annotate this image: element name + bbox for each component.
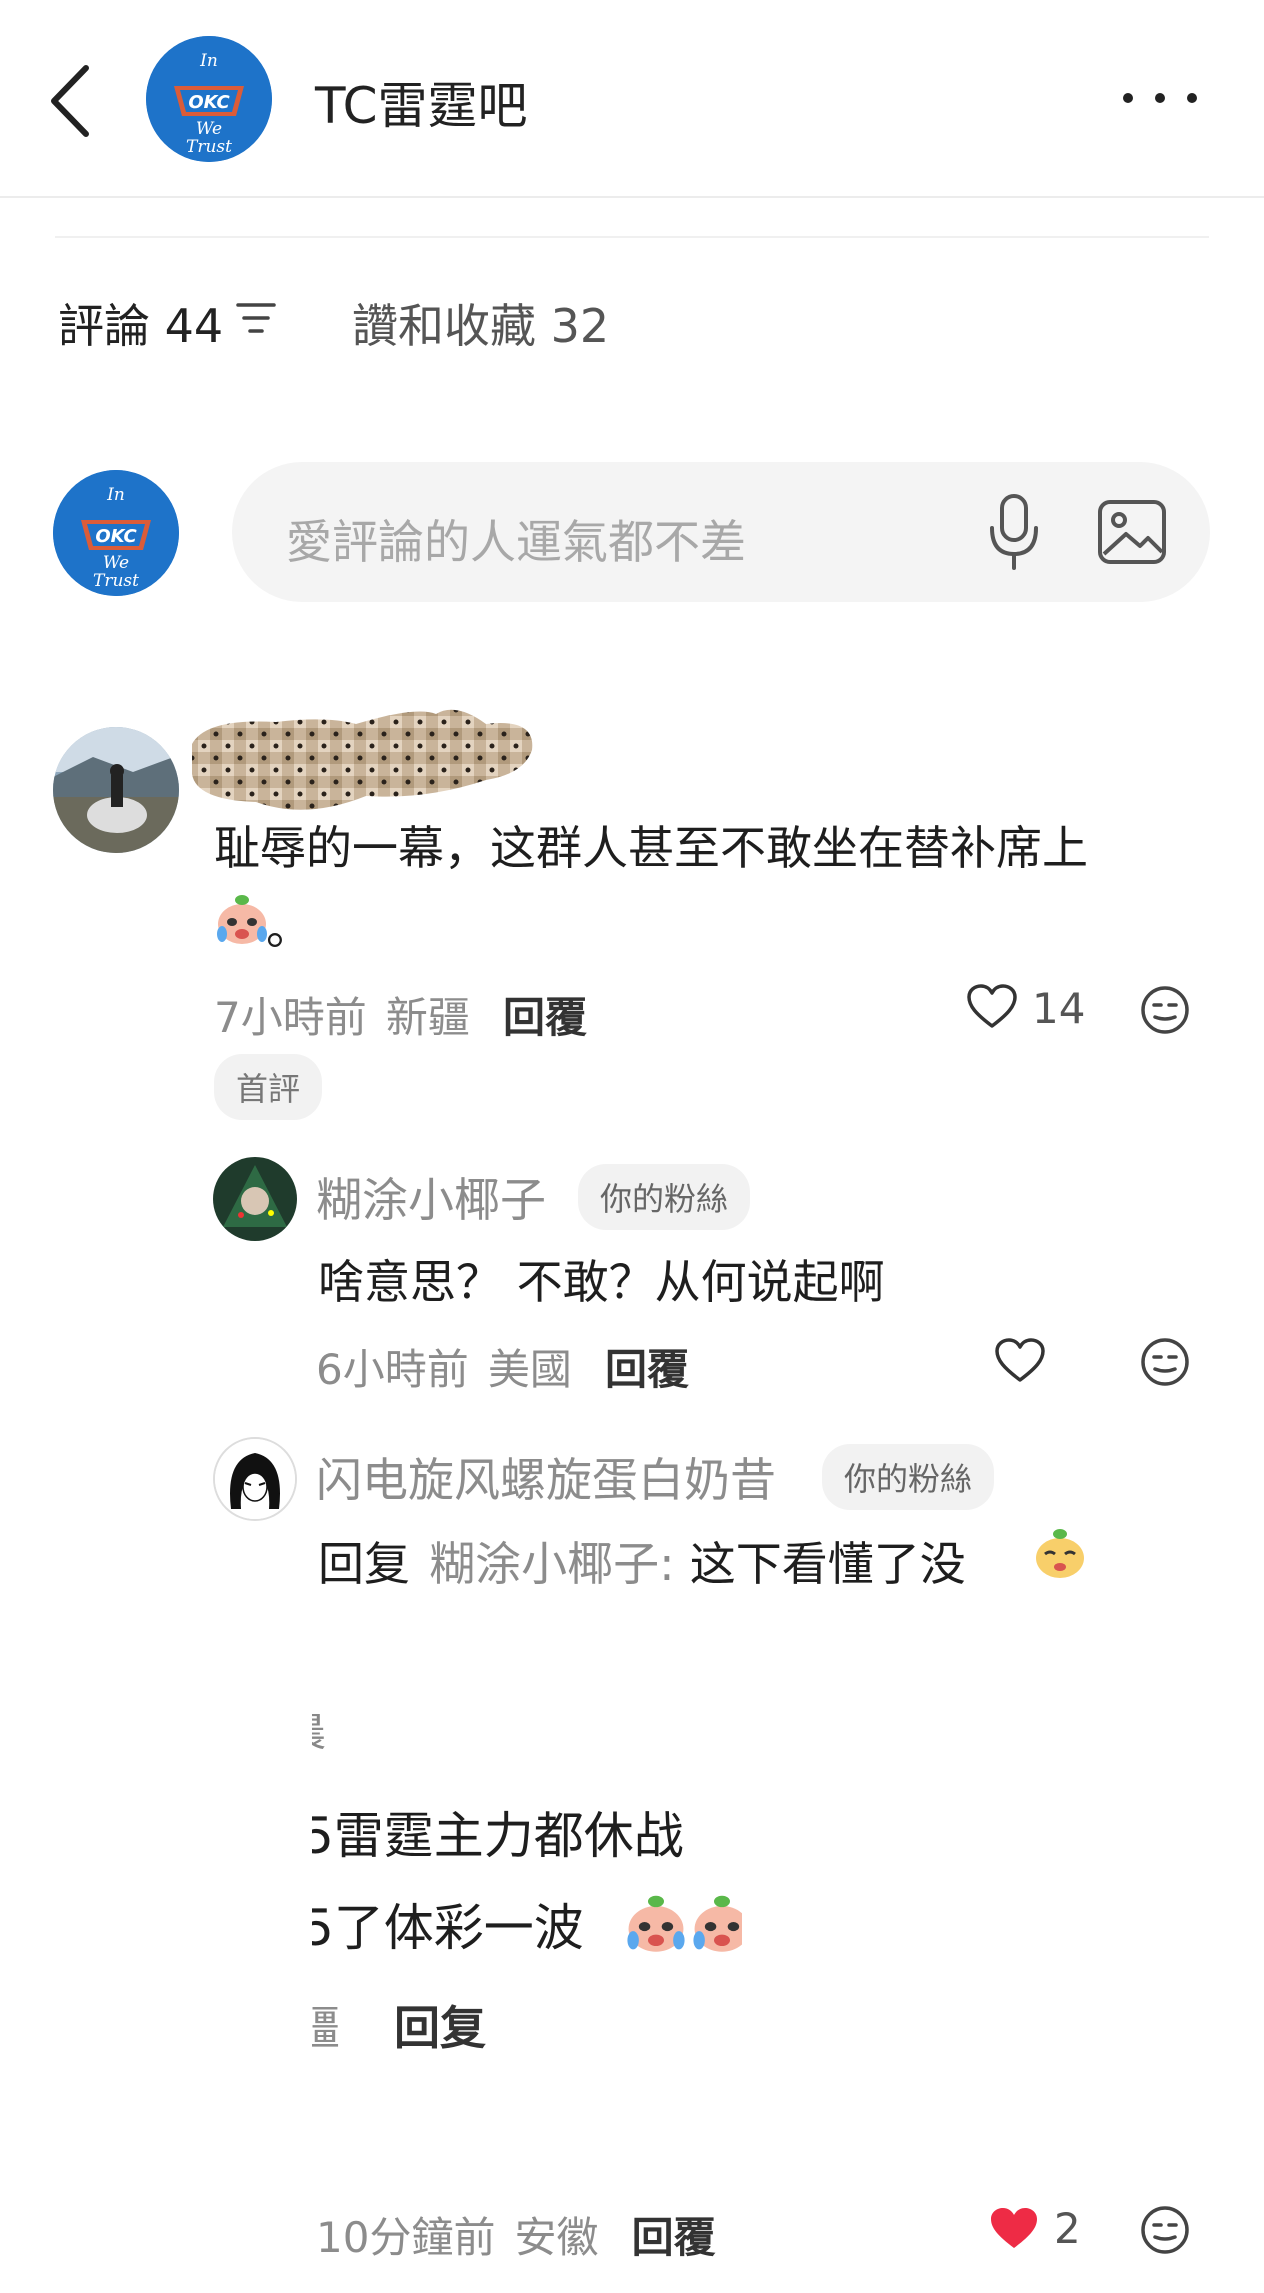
microphone-icon[interactable]	[984, 492, 1044, 574]
reply2-reply-target[interactable]: 糊涂小椰子:	[429, 1537, 675, 1591]
comment-time: 7小時前	[214, 993, 367, 1042]
like-heart-icon[interactable]	[994, 1338, 1046, 1384]
reply2-like-count: 2	[1054, 2204, 1081, 2253]
fragment-line0: 晨	[312, 1700, 326, 1758]
forum-title[interactable]: TC雷霆吧	[315, 66, 528, 138]
reply2-avatar[interactable]	[213, 1437, 297, 1521]
reply-button[interactable]: 回覆	[503, 993, 587, 1042]
reply2-body: 回复 糊涂小椰子: 这下看懂了没	[318, 1528, 966, 1594]
liked-heart-icon[interactable]	[988, 2206, 1040, 2252]
top-bar: In OKC We Trust TC雷霆吧	[0, 0, 1264, 198]
landscape-avatar-icon	[53, 727, 179, 853]
reply2-meta: 10分鐘前 安徽 回覆	[316, 2204, 716, 2265]
reply2-username[interactable]: 闪电旋风螺旋蛋白奶昔	[316, 1444, 776, 1510]
redacted-username-mosaic	[192, 709, 533, 810]
emoji-react-icon[interactable]	[1140, 1337, 1190, 1387]
reply2-text: 这下看懂了没	[689, 1537, 966, 1591]
divider	[55, 236, 1209, 238]
svg-text:OKC: OKC	[95, 526, 137, 547]
svg-text:We: We	[196, 119, 222, 139]
fragment-line2: 5了体彩一波	[312, 1899, 584, 1957]
like-count: 14	[1032, 984, 1086, 1033]
reply2-reply-prefix: 回复	[318, 1537, 410, 1591]
fragment-location: 疆	[312, 2001, 340, 2055]
svg-text:In: In	[199, 51, 218, 71]
team-logo-avatar[interactable]: In OKC We Trust	[146, 36, 272, 162]
svg-text:Trust: Trust	[93, 571, 139, 591]
image-upload-icon[interactable]	[1096, 496, 1168, 568]
reply1-text: 啥意思？ 不敢？从何说起啊	[318, 1255, 885, 1309]
svg-text:We: We	[103, 553, 129, 573]
emoji-react-icon[interactable]	[1140, 985, 1190, 1035]
reply1-meta: 6小時前 美國 回覆	[316, 1336, 689, 1397]
reply1-fan-badge: 你的粉絲	[578, 1164, 751, 1230]
emoji-react-icon[interactable]	[1140, 2205, 1190, 2255]
back-arrow-icon[interactable]	[46, 62, 96, 140]
more-options-icon[interactable]	[1120, 86, 1200, 110]
svg-text:OKC: OKC	[188, 92, 230, 113]
smirk-emoji-icon	[1036, 1529, 1084, 1578]
tab-comments[interactable]: 評論 44	[58, 290, 223, 356]
first-comment-tag: 首評	[214, 1054, 323, 1120]
reply1-time: 6小時前	[316, 1345, 469, 1394]
crying-laughing-emoji-icon	[217, 895, 267, 944]
reply2-location: 安徽	[514, 2213, 599, 2262]
sort-filter-icon[interactable]	[236, 300, 276, 336]
anime-girl-avatar-icon	[215, 1439, 295, 1519]
comment-meta: 7小時前 新疆 回覆	[214, 984, 587, 1045]
okc-logo-icon: In OKC We Trust	[53, 470, 179, 596]
fragment-line1: 5雷霆主力都休战	[312, 1807, 684, 1865]
crying-laughing-emoji-icon	[693, 1895, 742, 1952]
embedded-screenshot-fragment[interactable]: 晨 5雷霆主力都休战 5了体彩一波 疆 回复	[312, 1700, 742, 2060]
my-avatar[interactable]: In OKC We Trust	[53, 470, 179, 596]
reply2-time: 10分鐘前	[316, 2213, 496, 2262]
reply1-avatar[interactable]	[213, 1157, 297, 1241]
christmas-tree-avatar-icon	[213, 1157, 297, 1241]
svg-text:Trust: Trust	[186, 137, 232, 157]
svg-text:In: In	[106, 485, 125, 505]
comment-text-line1: 耻辱的一幕，这群人甚至不敢坐在替补席上	[214, 821, 1088, 875]
crying-laughing-emoji-icon	[627, 1895, 685, 1952]
reply-button[interactable]: 回覆	[605, 1345, 689, 1394]
commenter-avatar[interactable]	[53, 727, 179, 853]
comment-location: 新疆	[385, 993, 470, 1042]
fragment-reply: 回复	[394, 2001, 486, 2055]
reply-button[interactable]: 回覆	[632, 2213, 716, 2262]
comment-input-placeholder: 愛評論的人運氣都不差	[286, 515, 746, 569]
comment-text-line2: 。	[266, 901, 312, 955]
okc-logo-icon: In OKC We Trust	[146, 36, 272, 162]
like-heart-icon[interactable]	[966, 984, 1018, 1030]
tab-likes-favorites[interactable]: 讚和收藏 32	[352, 290, 609, 356]
reply1-username[interactable]: 糊涂小椰子	[316, 1164, 546, 1230]
reply1-location: 美國	[487, 1345, 572, 1394]
reply2-fan-badge: 你的粉絲	[822, 1444, 995, 1510]
